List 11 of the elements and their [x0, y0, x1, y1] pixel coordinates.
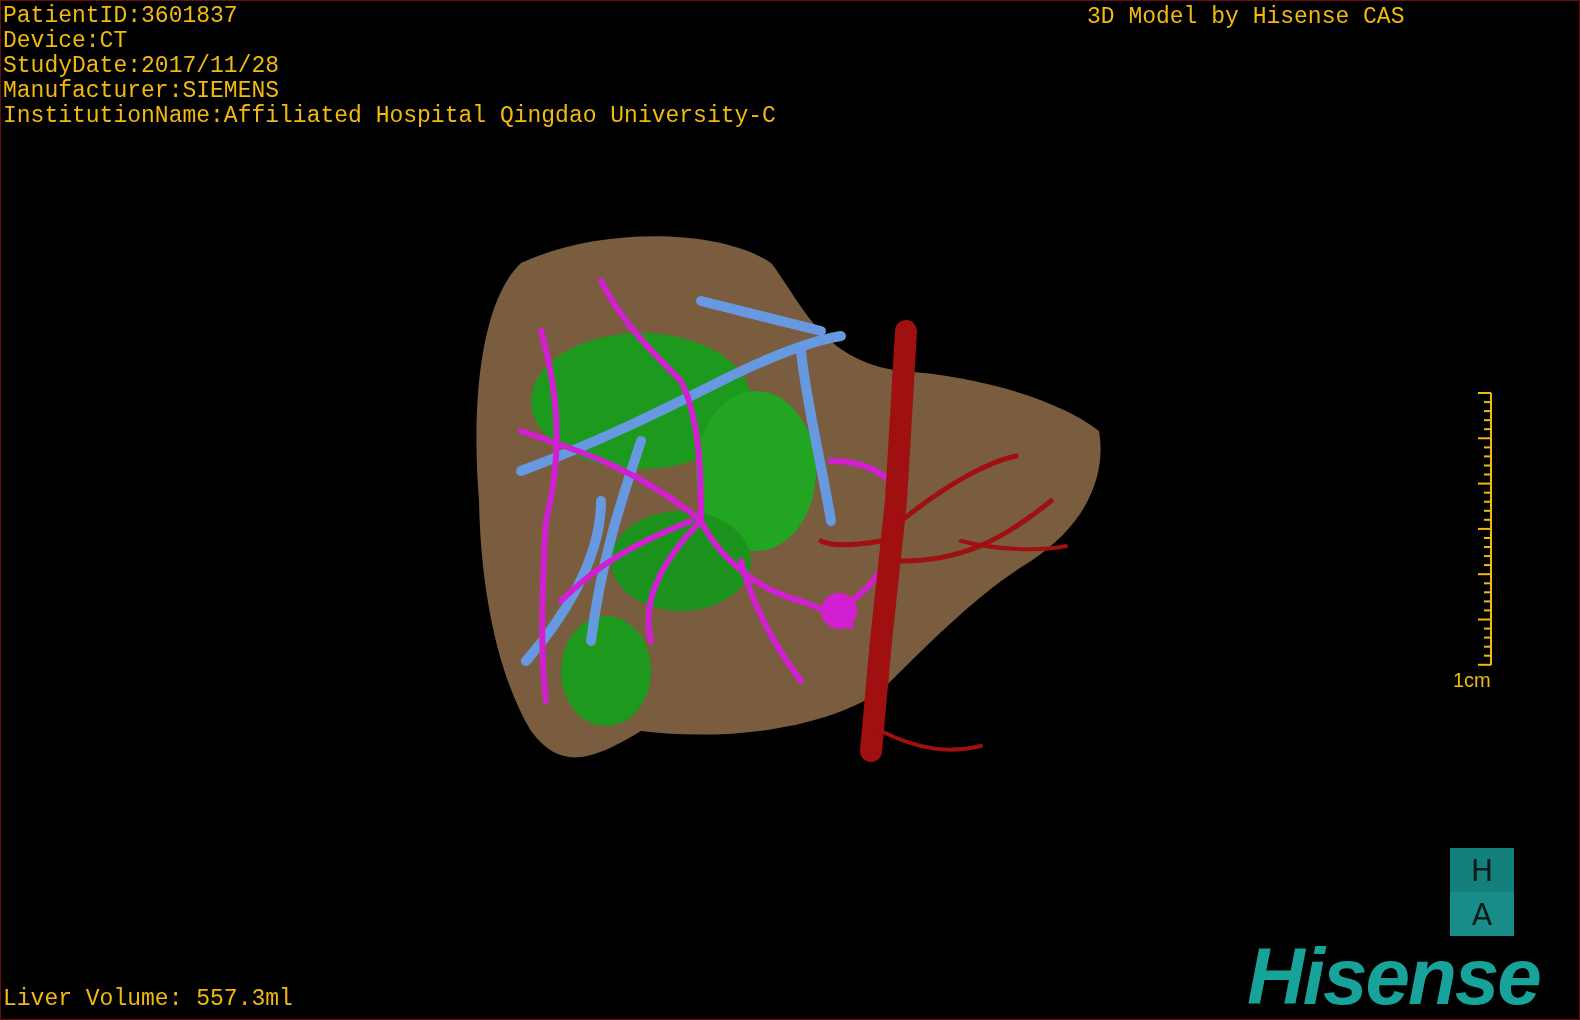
liver-volume-label: Liver Volume: 557.3ml — [3, 987, 293, 1012]
orientation-label: H — [1450, 848, 1514, 892]
info-line: Manufacturer:SIEMENS — [3, 79, 281, 104]
viewer-title: 3D Model by Hisense CAS — [1087, 5, 1405, 30]
info-line: InstitutionName:Affiliated Hospital Qingdao University-C — [3, 104, 776, 129]
info-line: StudyDate:2017/11/28 — [3, 54, 281, 79]
logo-wordmark: Hisense — [1247, 937, 1540, 1017]
info-line: PatientID:3601837 — [3, 4, 239, 29]
scale-label: 1cm — [1453, 669, 1491, 691]
orientation-label: A — [1450, 892, 1514, 936]
info-line: Device:CT — [3, 29, 129, 54]
